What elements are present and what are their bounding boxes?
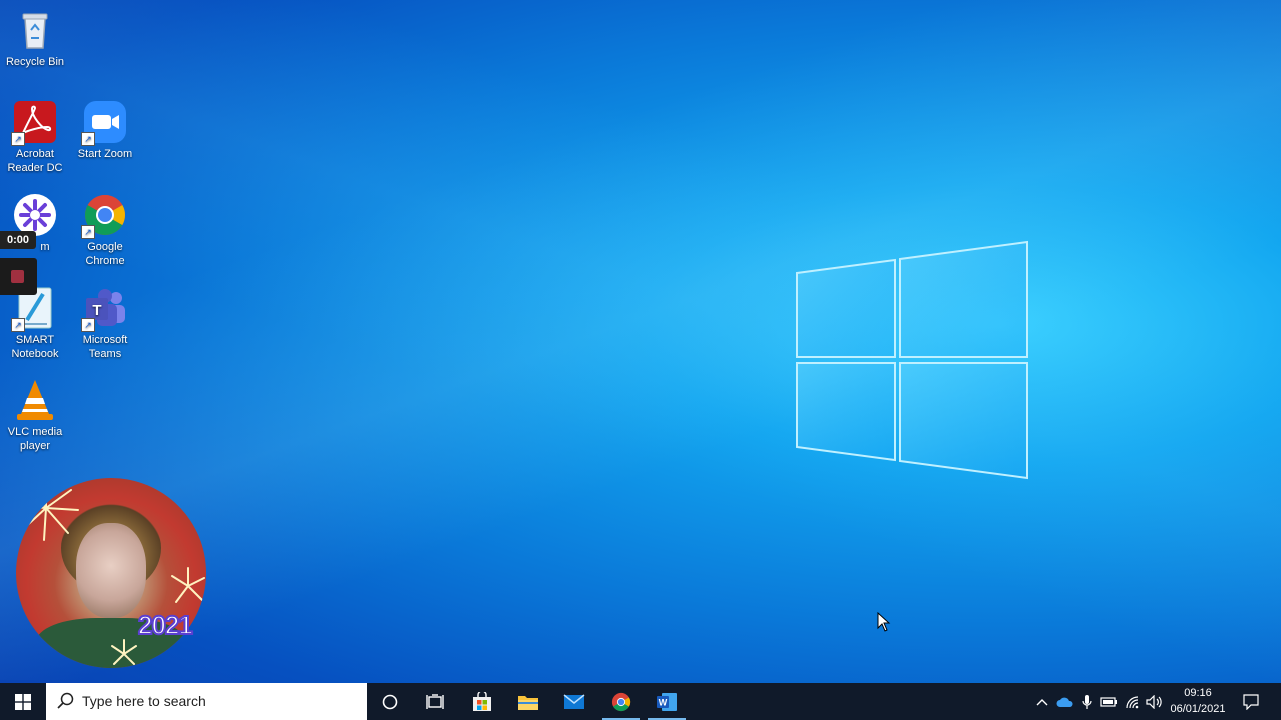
taskbar: Type here to search W 09:16 06/01/2021 xyxy=(0,683,1281,720)
clock-time: 09:16 xyxy=(1184,687,1212,699)
speaker-icon xyxy=(1146,694,1162,709)
start-button[interactable] xyxy=(0,683,46,720)
taskbar-task-view-button[interactable] xyxy=(412,683,458,720)
word-icon: W xyxy=(657,692,677,711)
shortcut-arrow-icon: ↗ xyxy=(81,225,95,239)
notification-icon xyxy=(1243,693,1259,710)
battery-icon xyxy=(1100,696,1117,707)
desktop-icon-acrobat[interactable]: ↗ Acrobat Reader DC xyxy=(0,100,70,175)
shortcut-arrow-icon: ↗ xyxy=(81,132,95,146)
desktop-icon-label: Microsoft Teams xyxy=(82,334,128,360)
search-placeholder: Type here to search xyxy=(82,693,206,709)
taskbar-cortana-button[interactable] xyxy=(367,683,413,720)
desktop-icon-recycle-bin[interactable]: Recycle Bin xyxy=(0,8,70,69)
year-sticker: 2021 xyxy=(137,609,194,641)
desktop-icon-vlc[interactable]: VLC media player xyxy=(0,378,70,453)
desktop-icon-start-zoom[interactable]: ↗ Start Zoom xyxy=(70,100,140,161)
windows-logo-wallpaper xyxy=(796,240,1028,480)
tray-microphone[interactable] xyxy=(1078,683,1096,720)
folder-icon xyxy=(518,695,538,710)
task-view-icon xyxy=(426,693,444,709)
mail-icon xyxy=(563,693,585,709)
svg-text:W: W xyxy=(659,697,668,707)
search-icon xyxy=(57,692,74,709)
tray-onedrive[interactable] xyxy=(1054,683,1076,720)
shortcut-arrow-icon: ↗ xyxy=(11,132,25,146)
taskbar-mail-button[interactable] xyxy=(551,683,597,720)
taskbar-chrome-button[interactable] xyxy=(598,683,644,720)
store-icon xyxy=(473,691,491,711)
taskbar-file-explorer-button[interactable] xyxy=(505,683,551,720)
desktop-icon-label: Google Chrome xyxy=(85,241,125,267)
onedrive-cloud-icon xyxy=(1056,697,1073,707)
chrome-icon xyxy=(611,692,631,711)
windows-start-icon xyxy=(15,694,31,710)
taskbar-word-button[interactable]: W xyxy=(644,683,690,720)
clock-date: 06/01/2021 xyxy=(1170,703,1226,715)
vlc-icon xyxy=(17,380,53,420)
shortcut-arrow-icon: ↗ xyxy=(81,318,95,332)
desktop-icon-label: VLC media player xyxy=(7,426,63,452)
desktop-icon-label: Start Zoom xyxy=(77,148,133,160)
tray-volume[interactable] xyxy=(1144,683,1166,720)
action-center-button[interactable] xyxy=(1238,683,1264,720)
desktop-icon-label: Acrobat Reader DC xyxy=(7,148,63,174)
stop-icon xyxy=(11,270,24,283)
tray-network[interactable] xyxy=(1122,683,1144,720)
tray-show-hidden-icons[interactable] xyxy=(1032,683,1052,720)
recording-timer: 0:00 xyxy=(0,231,36,249)
shortcut-arrow-icon: ↗ xyxy=(11,318,25,332)
desktop-icon-label: SMART Notebook xyxy=(11,334,59,360)
desktop-icon-label: Recycle Bin xyxy=(5,56,65,68)
svg-text:T: T xyxy=(92,302,101,319)
taskbar-search-box[interactable]: Type here to search xyxy=(46,683,367,720)
stop-recording-button[interactable] xyxy=(0,258,37,295)
taskbar-store-button[interactable] xyxy=(459,683,505,720)
chevron-up-icon xyxy=(1036,698,1048,705)
taskbar-clock[interactable]: 09:16 06/01/2021 xyxy=(1164,685,1232,717)
cortana-icon xyxy=(382,694,398,709)
desktop-icon-google-chrome[interactable]: ↗ Google Chrome xyxy=(70,193,140,268)
desktop-icon-microsoft-teams[interactable]: T ↗ Microsoft Teams xyxy=(70,286,140,361)
tray-battery[interactable] xyxy=(1098,683,1120,720)
desktop-icon-smart-notebook[interactable]: ↗ SMART Notebook xyxy=(0,286,70,361)
recycle-bin-icon xyxy=(22,13,48,49)
wifi-icon xyxy=(1126,695,1139,708)
mouse-cursor-icon xyxy=(877,612,891,632)
microphone-icon xyxy=(1082,694,1092,709)
